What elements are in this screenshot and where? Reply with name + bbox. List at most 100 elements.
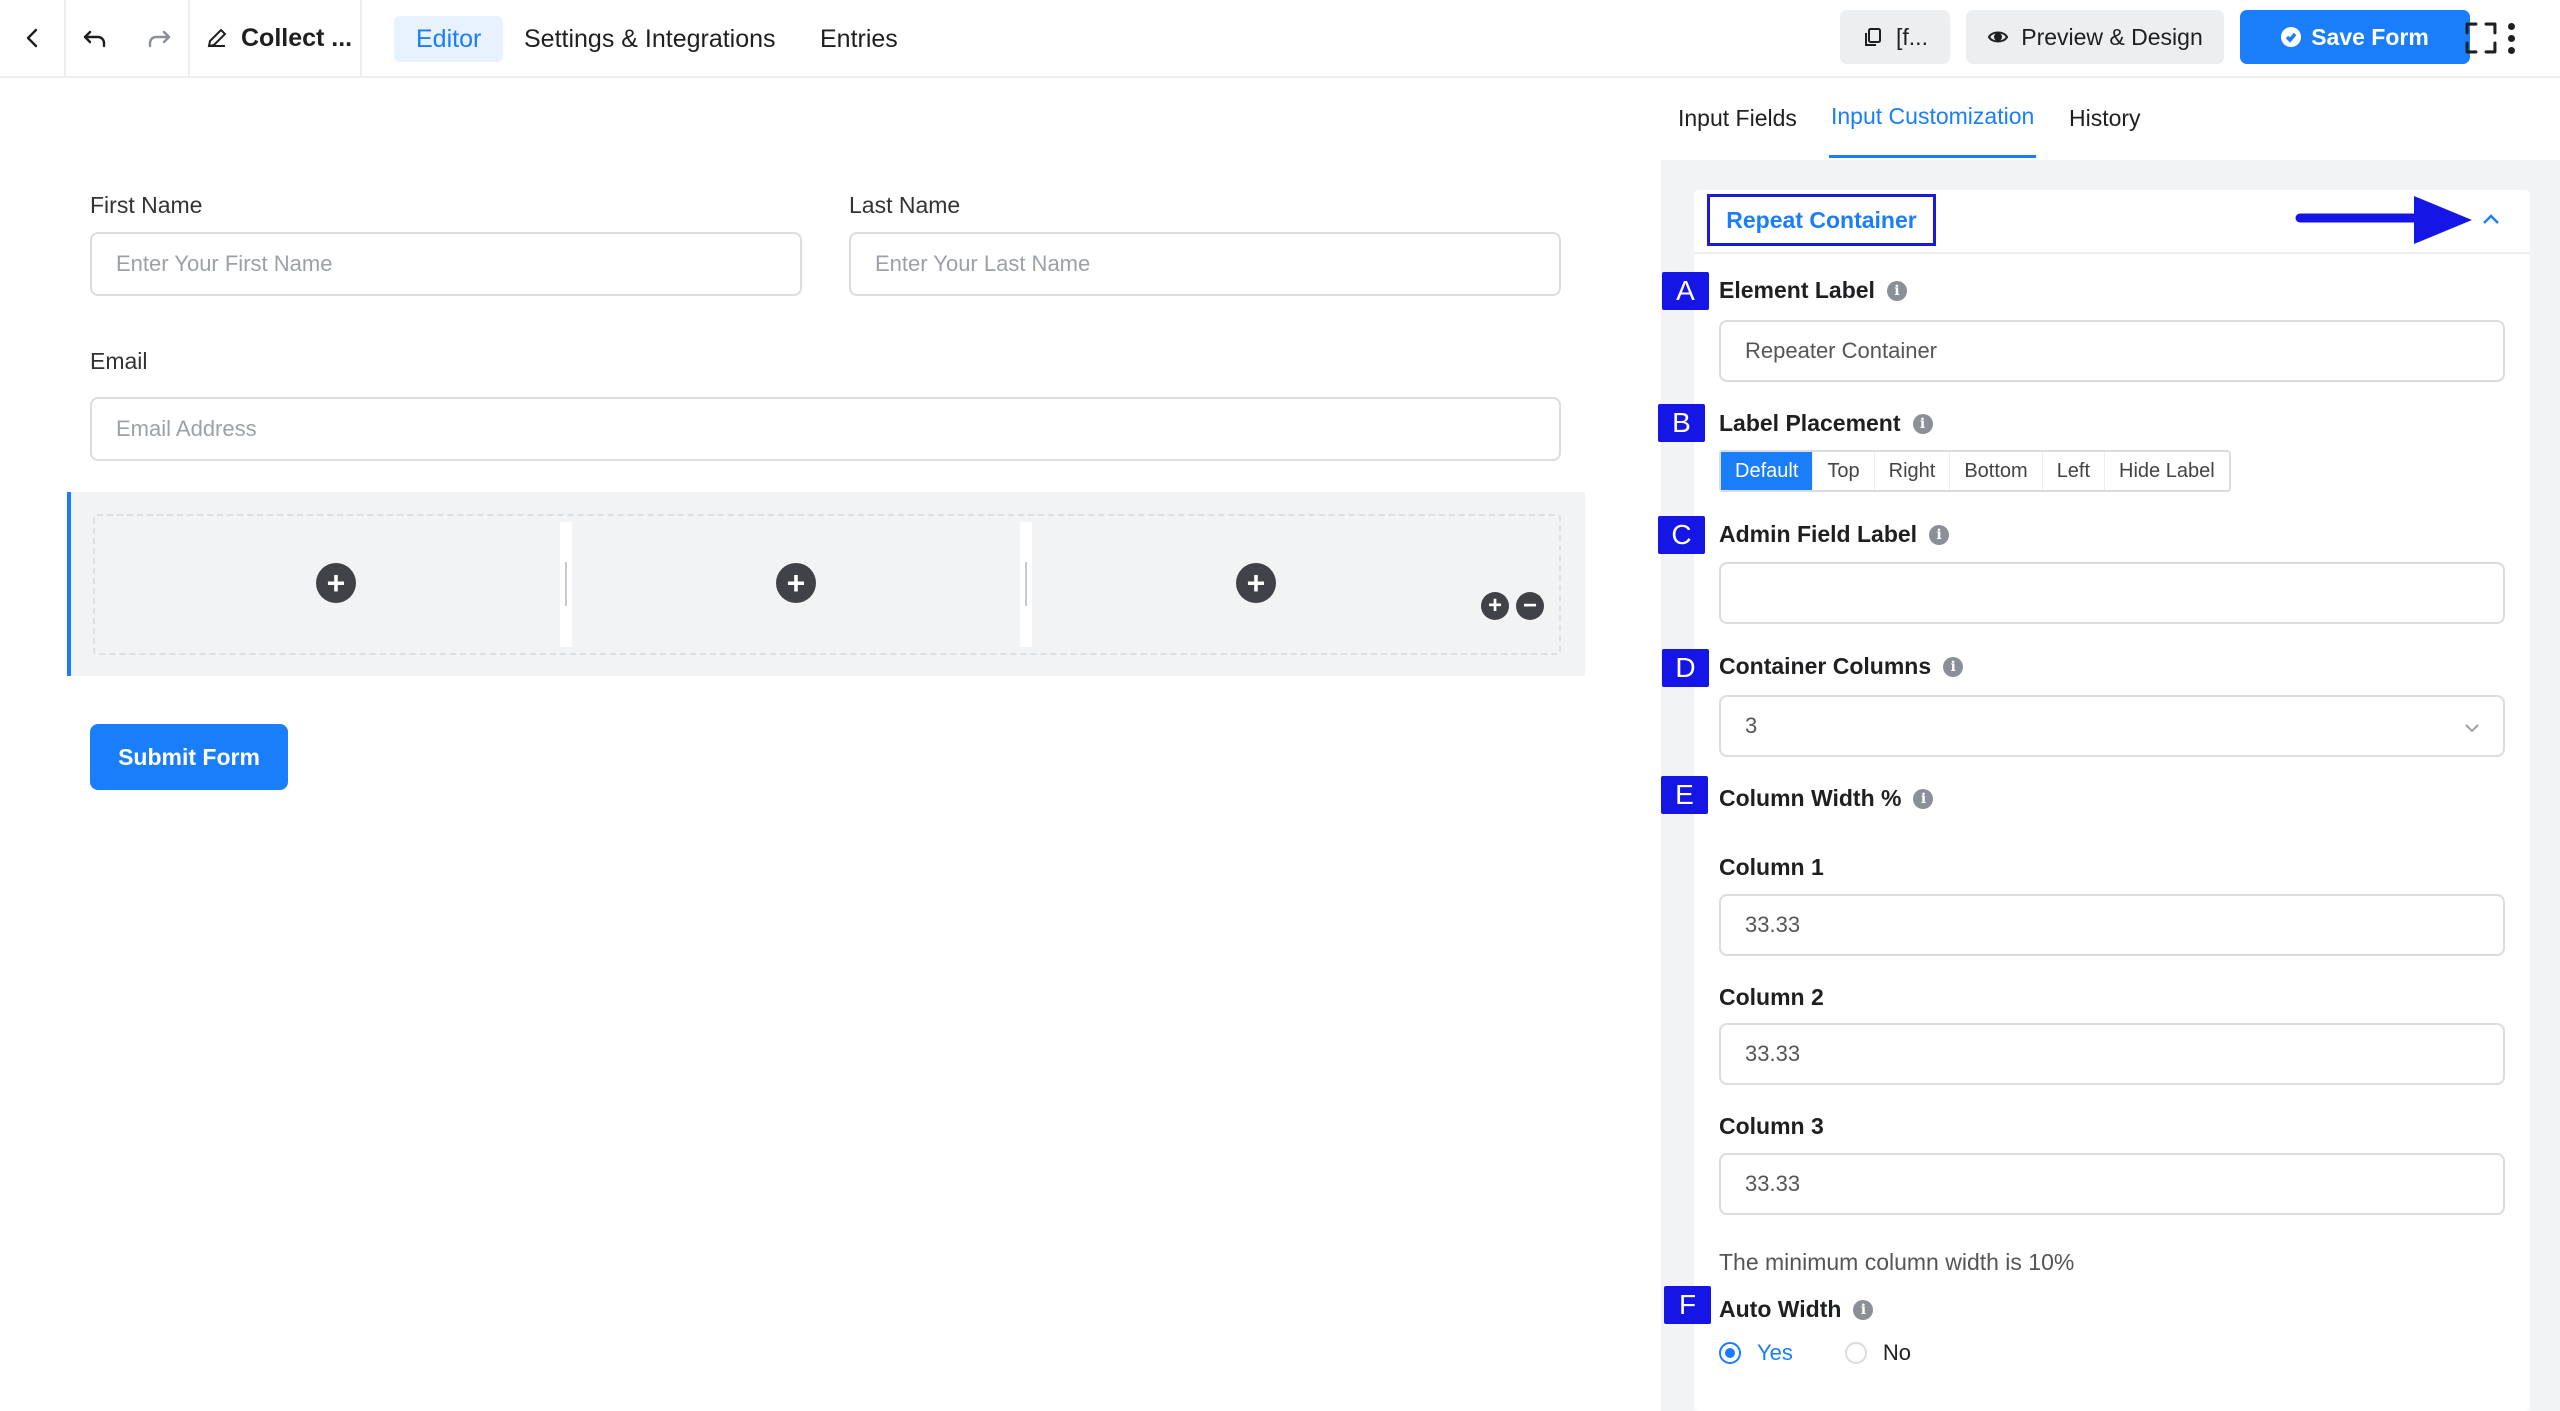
column-2-label: Column 2 [1719,984,1824,1010]
container-columns-value: 3 [1745,713,1758,738]
email-placeholder: Email Address [116,416,257,441]
section-title-text: Repeat Container [1726,206,1917,233]
plus-icon: + [1246,565,1266,601]
tab-input-customization[interactable]: Input Customization [1829,78,2037,158]
back-button[interactable] [0,0,64,76]
info-icon[interactable]: i [1912,413,1933,434]
placement-option-right[interactable]: Right [1875,452,1951,490]
column-resize-handle[interactable] [1020,522,1032,647]
info-icon[interactable]: i [1913,788,1934,809]
placement-option-label: Top [1827,459,1860,482]
preview-design-button[interactable]: Preview & Design [1966,10,2224,64]
admin-field-label-input[interactable] [1719,562,2505,624]
element-label-input[interactable]: Repeater Container [1719,320,2505,382]
panel-tabs: Input Fields Input Customization History [1661,78,2560,160]
form-title-text: Collect ... [241,23,353,52]
more-vertical-icon [2507,22,2515,54]
section-title[interactable]: Repeat Container [1707,194,1936,246]
placement-option-label: Bottom [1964,459,2028,482]
undo-icon [83,30,106,48]
tab-input-fields[interactable]: Input Fields [1678,78,1797,158]
pencil-icon [207,28,227,48]
add-row-button[interactable]: + [1481,592,1509,620]
column-1-input[interactable]: 33.33 [1719,894,2505,956]
plus-icon: + [1487,592,1502,619]
tab-history-label: History [2069,104,2141,131]
element-label-value: Repeater Container [1745,338,1938,363]
column-2-value: 33.33 [1745,1041,1801,1066]
first-name-label: First Name [90,192,203,218]
shortcode-label: [f... [1896,23,1928,50]
email-label: Email [90,348,148,374]
eye-icon [1988,31,2009,43]
auto-width-yes-label[interactable]: Yes [1757,1340,1793,1366]
info-icon[interactable]: i [1943,656,1964,677]
auto-width-no-label[interactable]: No [1883,1340,1911,1366]
toolbar-divider [188,0,190,76]
tab-entries-label: Entries [820,24,898,53]
admin-field-label-heading: Admin Field Label i [1719,521,1950,548]
email-input[interactable]: Email Address [90,397,1561,461]
placement-option-left[interactable]: Left [2043,452,2106,490]
auto-width-yes-radio[interactable] [1719,1342,1741,1364]
add-field-button[interactable]: + [316,563,356,603]
placement-option-bottom[interactable]: Bottom [1950,452,2043,490]
top-toolbar: Collect ... Editor Settings & Integratio… [0,0,2560,78]
container-columns-text: Container Columns [1719,653,1932,679]
tab-entries[interactable]: Entries [798,16,920,62]
chevron-left-icon [26,28,38,48]
column-2-input[interactable]: 33.33 [1719,1023,2505,1085]
last-name-input[interactable]: Enter Your Last Name [849,232,1561,296]
column-resize-handle[interactable] [560,522,572,647]
placement-option-hide-label[interactable]: Hide Label [2105,452,2229,490]
admin-field-label-text: Admin Field Label [1719,521,1918,547]
more-options-button[interactable] [2496,0,2526,76]
save-form-button[interactable]: Save Form [2240,10,2470,64]
check-circle-icon [2281,27,2302,47]
placement-option-default[interactable]: Default [1721,452,1814,490]
placement-option-label: Hide Label [2119,459,2215,482]
column-width-help-text: The minimum column width is 10% [1719,1249,2075,1275]
info-icon[interactable]: i [1886,280,1907,301]
tab-history[interactable]: History [2069,78,2141,158]
container-columns-select[interactable]: 3 [1719,695,2505,757]
tab-input-customization-label: Input Customization [1831,103,2035,129]
tab-settings-integrations[interactable]: Settings & Integrations [502,16,798,62]
submit-form-button[interactable]: Submit Form [90,724,288,790]
element-label-text: Element Label [1719,277,1875,303]
remove-row-button[interactable]: − [1516,592,1544,620]
collapse-section-button[interactable] [2480,208,2502,230]
column-3-input[interactable]: 33.33 [1719,1153,2505,1215]
repeater-columns [93,514,1561,655]
info-icon[interactable]: i [1929,524,1950,545]
shortcode-button[interactable]: [f... [1840,10,1950,64]
column-3-value: 33.33 [1745,1171,1801,1196]
badge-letter: D [1675,652,1696,683]
tab-settings-label: Settings & Integrations [524,24,776,53]
first-name-placeholder: Enter Your First Name [116,251,333,276]
column-1-value: 33.33 [1745,912,1801,937]
first-name-input[interactable]: Enter Your First Name [90,232,802,296]
annotation-badge-d: D [1662,649,1709,687]
add-field-button[interactable]: + [776,563,816,603]
label-placement-segmented: Default Top Right Bottom Left Hide Label [1719,450,2231,492]
redo-button[interactable] [130,0,188,76]
auto-width-no-radio[interactable] [1844,1342,1867,1364]
badge-letter: B [1672,407,1691,438]
form-title[interactable]: Collect ... [205,0,352,76]
copy-icon [1865,28,1882,46]
auto-width-heading: Auto Width i [1719,1296,1874,1323]
undo-button[interactable] [66,0,124,76]
redo-icon [148,30,171,48]
annotation-badge-f: F [1664,1286,1711,1324]
tab-input-fields-label: Input Fields [1678,104,1797,131]
info-icon[interactable]: i [1853,1299,1874,1320]
tab-editor[interactable]: Editor [394,16,504,62]
annotation-arrow-icon [2295,196,2472,244]
placement-option-top[interactable]: Top [1813,452,1875,490]
label-placement-text: Label Placement [1719,410,1901,436]
badge-letter: E [1675,779,1694,810]
plus-icon: + [786,565,806,601]
add-field-button[interactable]: + [1236,563,1276,603]
auto-width-radio-group: Yes No [1719,1340,1911,1366]
